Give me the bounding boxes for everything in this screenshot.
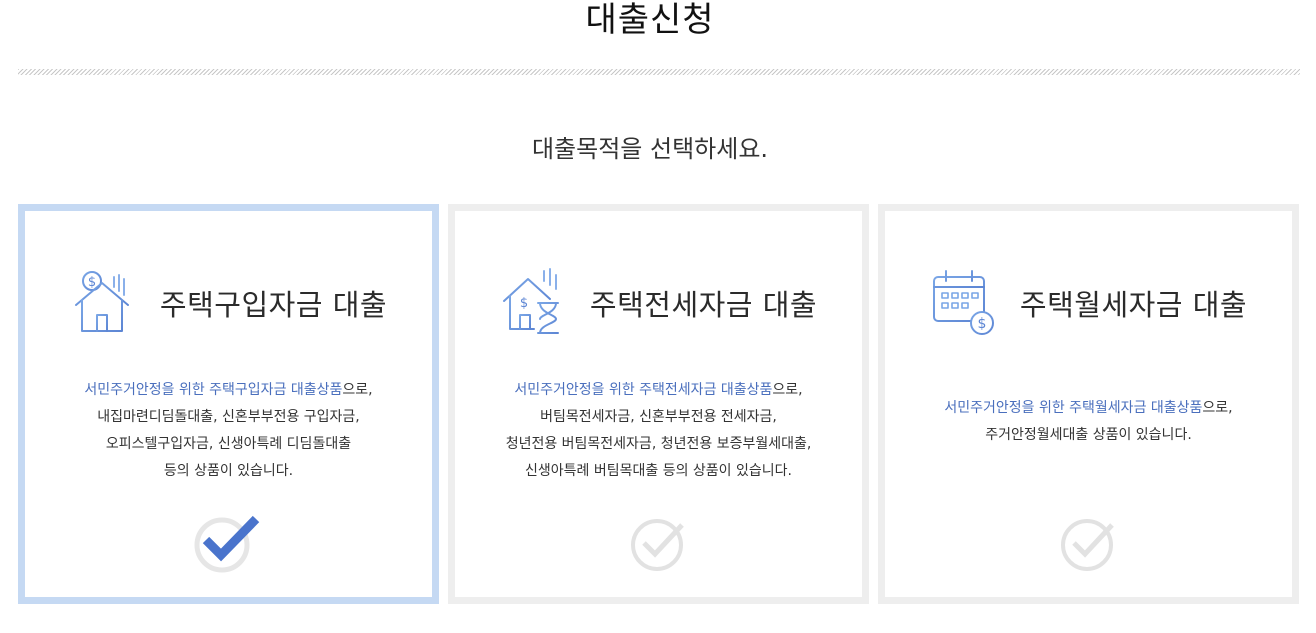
check-selected-icon	[194, 515, 259, 573]
card-description: 서민주거안정을 위한 주택전세자금 대출상품으로, 버팀목전세자금, 신혼부부전…	[505, 382, 812, 479]
check-unselected-icon	[630, 519, 684, 571]
page-title: 대출신청	[585, 0, 715, 40]
card-description: 서민주거안정을 위한 주택구입자금 대출상품으로, 내집마련디딤돌대출, 신혼부…	[84, 382, 373, 479]
check-unselected-icon	[1060, 519, 1114, 571]
title-divider	[18, 69, 1300, 75]
loan-card-jeonse[interactable]: $ 주택전세자금 대출 서민주거안정을 위한 주택전세자금 대출상품으로, 버팀…	[448, 204, 869, 604]
svg-text:$: $	[977, 316, 986, 332]
card-description: 서민주거안정을 위한 주택월세자금 대출상품으로, 주거안정월세대출 상품이 있…	[944, 400, 1233, 443]
loan-card-purchase[interactable]: $ 주택구입자금 대출 서민주거안정을 위한 주택구입자금 대출상품으로, 내집…	[18, 204, 439, 604]
house-hourglass-icon: $	[500, 265, 564, 341]
svg-text:$: $	[520, 296, 528, 311]
card-title: 주택월세자금 대출	[1019, 288, 1248, 322]
card-title: 주택전세자금 대출	[589, 288, 818, 322]
page-subtitle: 대출목적을 선택하세요.	[531, 135, 769, 163]
loan-card-monthly-rent[interactable]: $ 주택월세자금 대출 서민주거안정을 위한 주택월세자금 대출상품으로, 주거…	[878, 204, 1299, 604]
calendar-dollar-icon: $	[930, 265, 994, 341]
card-title: 주택구입자금 대출	[159, 288, 388, 322]
house-dollar-icon: $	[70, 265, 134, 341]
